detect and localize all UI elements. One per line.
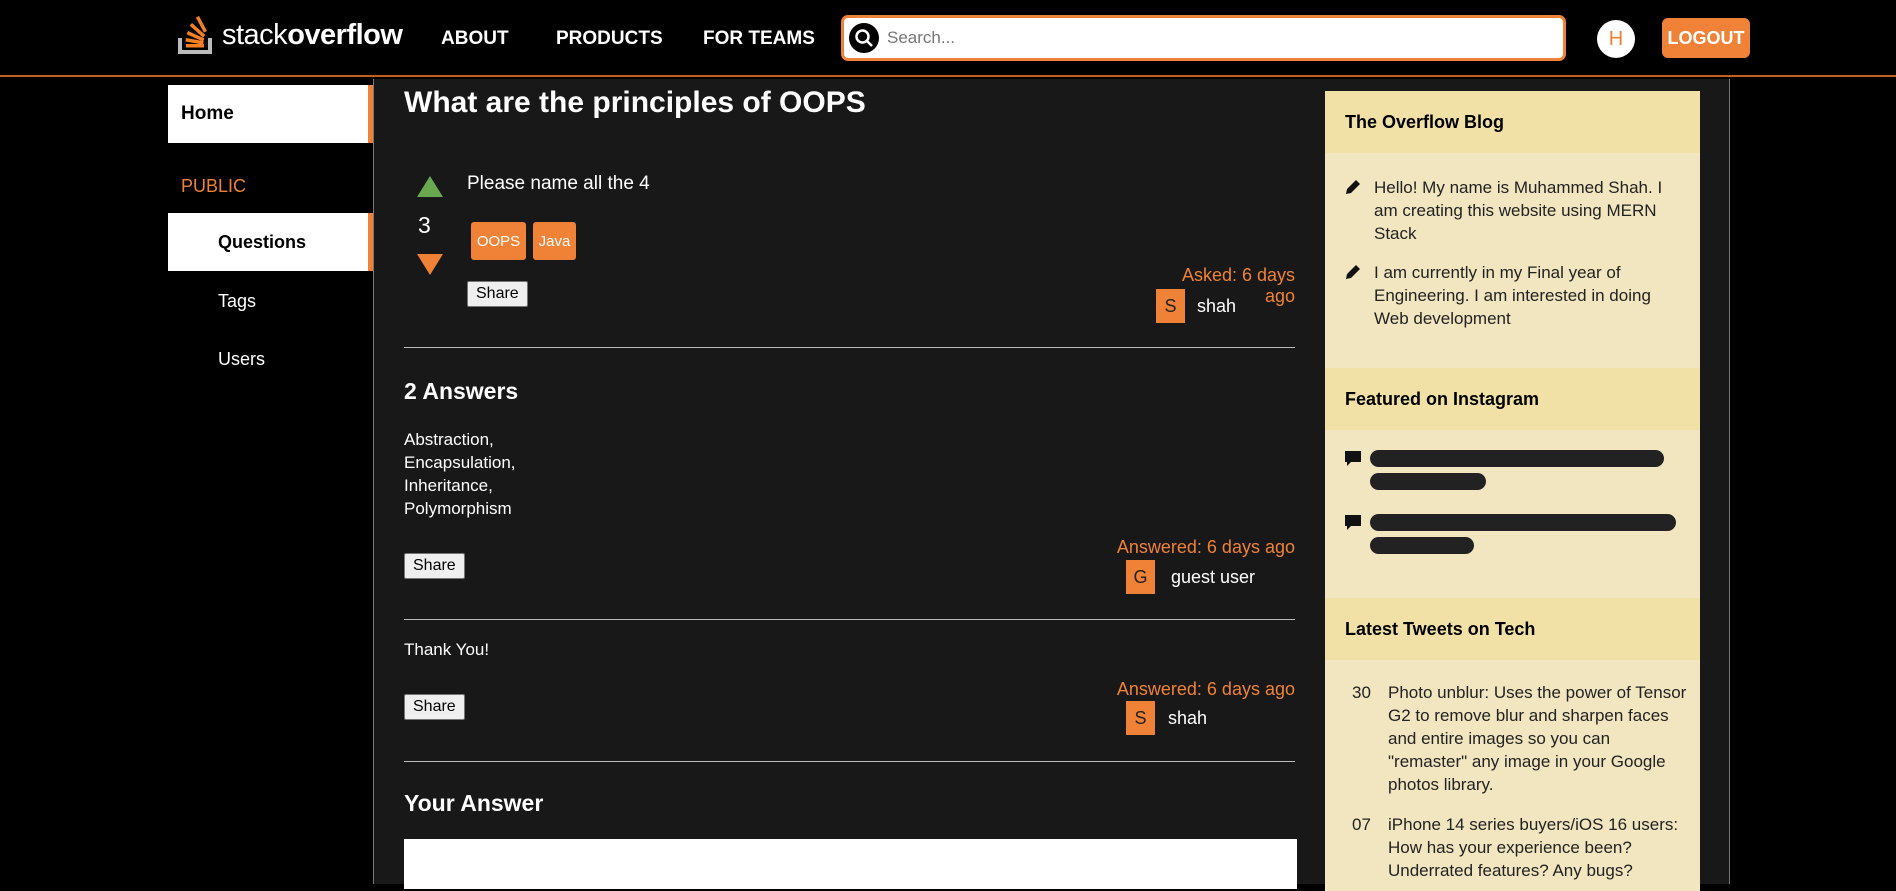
answer-line: Abstraction, (404, 430, 494, 449)
redacted-text (1370, 514, 1676, 560)
search-input[interactable] (887, 28, 1537, 48)
blog-heading: The Overflow Blog (1325, 91, 1700, 153)
user-avatar[interactable]: H (1597, 20, 1635, 58)
answer-line: Thank You! (404, 640, 490, 659)
tweet-text: iPhone 14 series buyers/iOS 16 users: Ho… (1388, 815, 1679, 880)
logo-text-light: stack (222, 18, 288, 51)
nav-about[interactable]: ABOUT (441, 28, 509, 50)
question-author-name[interactable]: shah (1197, 296, 1236, 317)
your-answer-heading: Your Answer (404, 790, 544, 816)
nav-for-teams[interactable]: FOR TEAMS (703, 28, 815, 50)
top-bar: stackoverflow ABOUT PRODUCTS FOR TEAMS H… (0, 0, 1896, 77)
logo[interactable]: stackoverflow (178, 12, 403, 58)
pencil-icon (1344, 261, 1374, 330)
answer-author-avatar[interactable]: S (1126, 701, 1155, 735)
blog-item: Hello! My name is Muhammed Shah. I am cr… (1344, 176, 1684, 245)
answers-heading: 2 Answers (404, 378, 519, 404)
answer-author-name[interactable]: guest user (1171, 567, 1255, 588)
tweet-number: 30 (1352, 683, 1371, 702)
divider (404, 347, 1295, 348)
divider (404, 761, 1295, 762)
blog-item: I am currently in my Final year of Engin… (1344, 261, 1684, 330)
instagram-item[interactable] (1344, 514, 1676, 560)
logo-text: stackoverflow (222, 18, 403, 52)
tweet-number: 07 (1352, 815, 1371, 834)
logo-text-bold: overflow (287, 18, 403, 51)
answer-line: Polymorphism (404, 499, 512, 518)
sidebar-item-users[interactable]: Users (218, 349, 265, 370)
comment-icon (1344, 514, 1370, 560)
answer-editor[interactable] (404, 839, 1297, 889)
pencil-icon (1344, 176, 1374, 245)
stack-logo-icon (178, 15, 212, 54)
answer-author-avatar[interactable]: G (1126, 560, 1155, 594)
sidebar-item-tags[interactable]: Tags (218, 291, 256, 312)
blog-item-text: Hello! My name is Muhammed Shah. I am cr… (1374, 178, 1663, 243)
answer-share-button[interactable]: Share (404, 553, 465, 579)
sidebar-section-public: PUBLIC (181, 176, 247, 196)
answer-time: Answered: 6 days ago (1116, 537, 1295, 557)
sidebar-item-home[interactable]: Home (168, 85, 373, 143)
search-icon[interactable] (849, 23, 879, 53)
answer-author-name[interactable]: shah (1168, 708, 1207, 729)
answer-body: Abstraction, Encapsulation, Inheritance,… (404, 428, 516, 520)
tweet-item[interactable]: 07 iPhone 14 series buyers/iOS 16 users:… (1352, 813, 1692, 882)
question-title: What are the principles of OOPS (404, 86, 866, 119)
question-share-button[interactable]: Share (467, 281, 528, 307)
question-author-avatar[interactable]: S (1156, 289, 1185, 323)
answer-time: Answered: 6 days ago (1116, 679, 1295, 699)
redacted-text (1370, 450, 1664, 496)
downvote-arrow-icon[interactable] (417, 254, 443, 275)
tweet-item[interactable]: 30 Photo unblur: Uses the power of Tenso… (1352, 681, 1692, 796)
search-bar[interactable] (841, 15, 1566, 61)
tag-oops[interactable]: OOPS (471, 222, 526, 260)
sidebar-item-questions[interactable]: Questions (168, 213, 373, 271)
tag-java[interactable]: Java (533, 222, 576, 260)
instagram-item[interactable] (1344, 450, 1664, 496)
comment-icon (1344, 450, 1370, 496)
instagram-heading: Featured on Instagram (1325, 368, 1700, 430)
tweet-text: Photo unblur: Uses the power of Tensor G… (1388, 683, 1687, 794)
question-body: Please name all the 4 (467, 173, 650, 194)
logout-button[interactable]: LOGOUT (1662, 18, 1750, 58)
vote-count: 3 (418, 212, 431, 238)
answer-line: Encapsulation, (404, 453, 516, 472)
answer-line: Inheritance, (404, 476, 493, 495)
tweets-heading: Latest Tweets on Tech (1325, 598, 1700, 660)
upvote-arrow-icon[interactable] (417, 176, 443, 197)
answer-share-button[interactable]: Share (404, 694, 465, 720)
nav-products[interactable]: PRODUCTS (556, 28, 663, 50)
divider (404, 619, 1295, 620)
blog-item-text: I am currently in my Final year of Engin… (1374, 263, 1651, 328)
answer-body: Thank You! (404, 638, 489, 661)
